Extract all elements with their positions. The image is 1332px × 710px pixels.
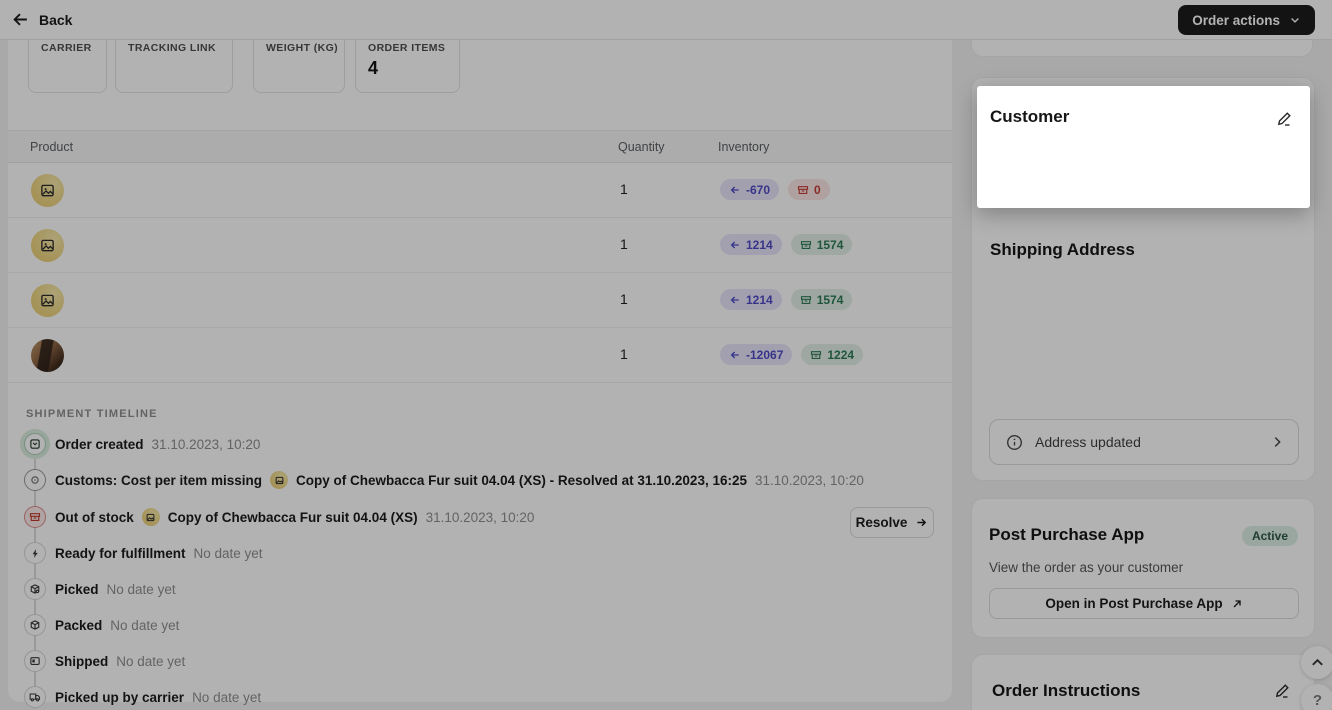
customer-title: Customer (990, 107, 1069, 127)
edit-pencil-icon[interactable] (1276, 111, 1292, 127)
customer-card-spotlight: Customer (977, 86, 1310, 208)
